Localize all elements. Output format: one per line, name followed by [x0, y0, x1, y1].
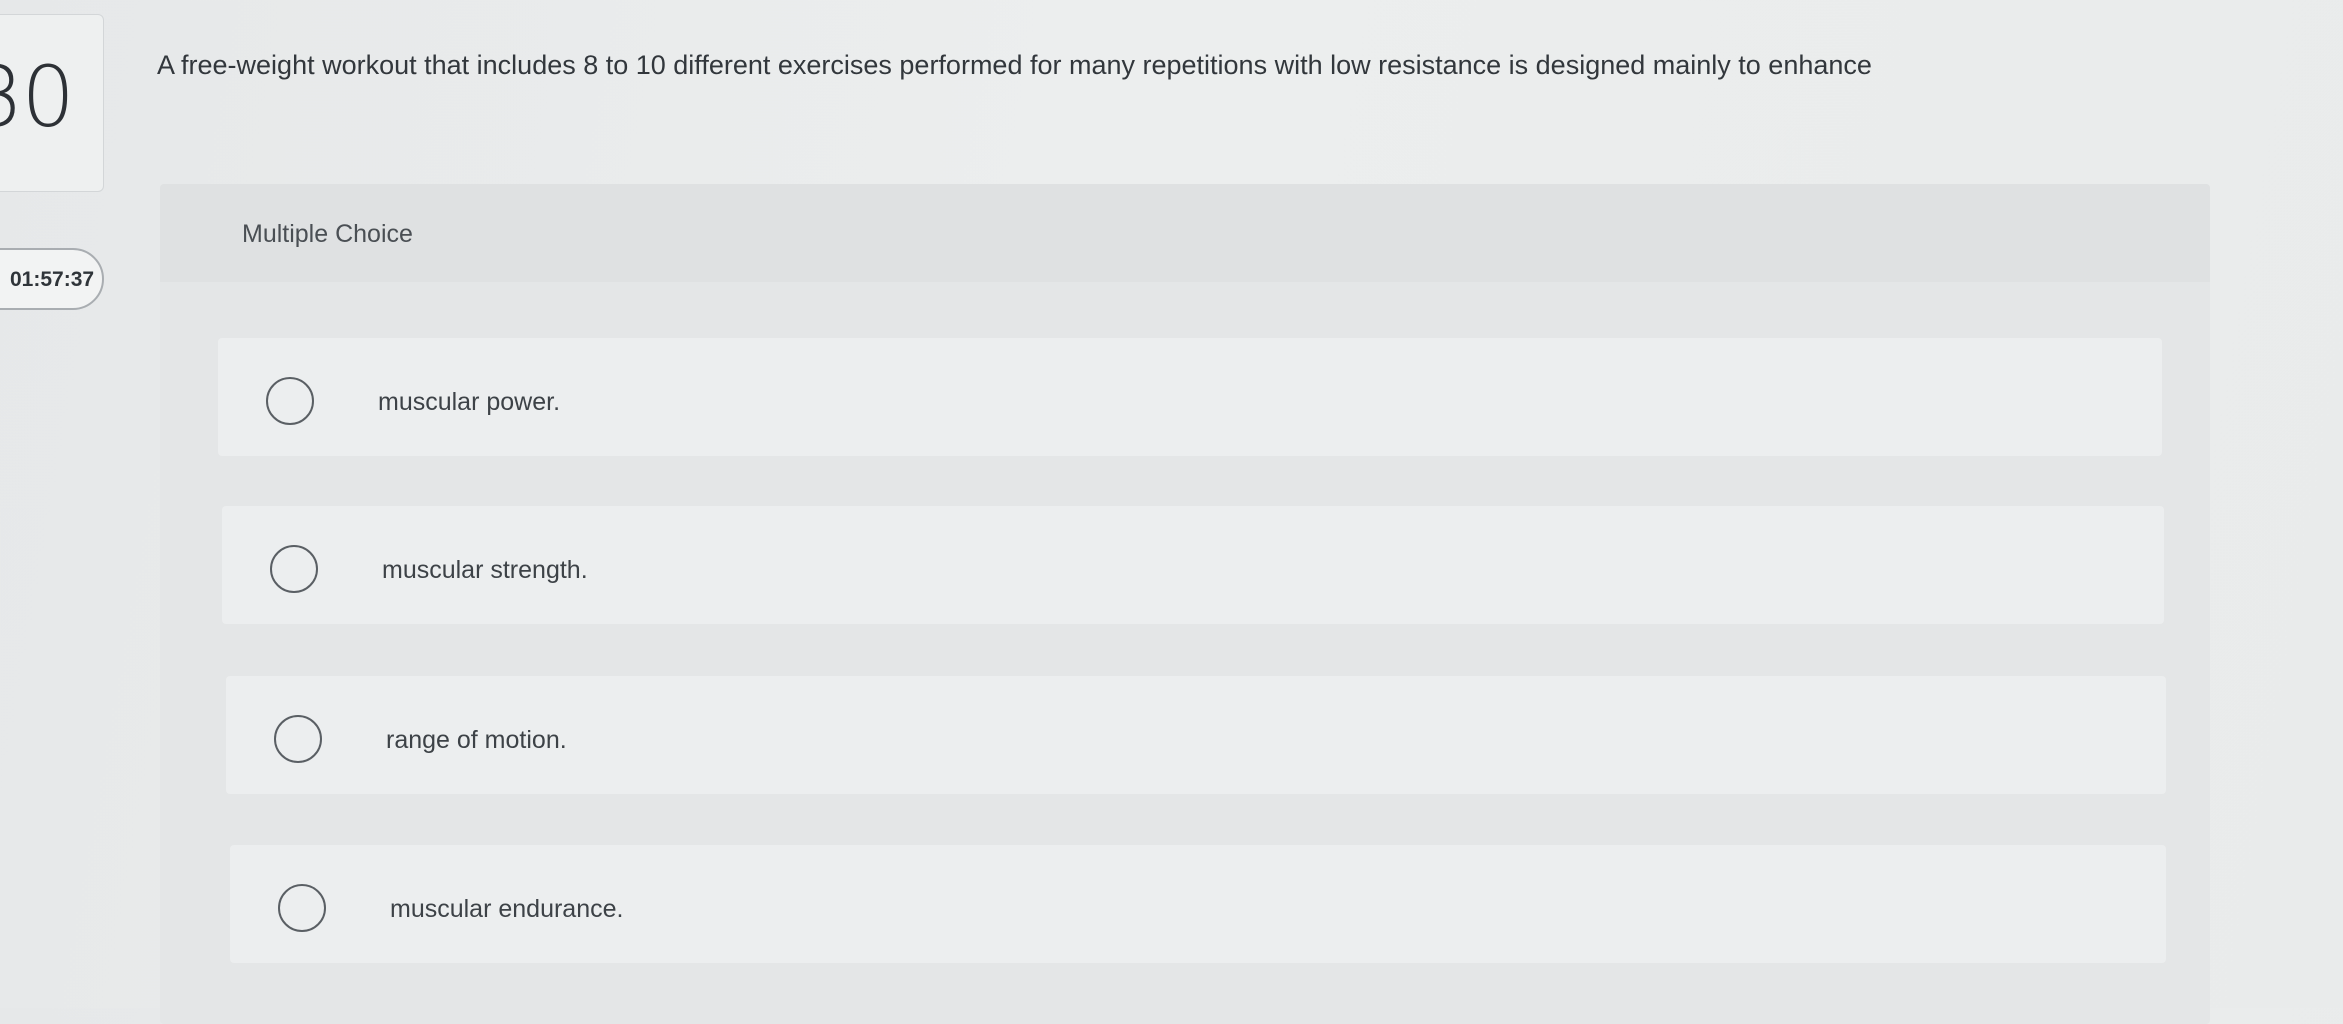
answer-panel-header: Multiple Choice	[160, 184, 2210, 282]
radio-button[interactable]	[278, 884, 326, 932]
answer-option-label: muscular strength.	[382, 556, 588, 584]
answer-option[interactable]: range of motion.	[226, 676, 2166, 794]
question-type-label: Multiple Choice	[242, 220, 413, 248]
radio-button[interactable]	[270, 545, 318, 593]
answer-option-label: muscular endurance.	[390, 895, 624, 923]
answer-option-label: range of motion.	[386, 726, 567, 754]
timer-badge: 01:57:37	[0, 248, 104, 310]
question-number-box: 30	[0, 14, 104, 192]
question-prompt: A free-weight workout that includes 8 to…	[157, 50, 1872, 80]
radio-button[interactable]	[274, 715, 322, 763]
timer-text: 01:57:37	[10, 268, 95, 291]
answer-option-label: muscular power.	[378, 388, 561, 416]
answer-option[interactable]: muscular endurance.	[230, 845, 2166, 963]
answer-option[interactable]: muscular strength.	[222, 506, 2164, 624]
radio-button[interactable]	[266, 377, 314, 425]
question-number: 30	[0, 48, 75, 146]
answer-option[interactable]: muscular power.	[218, 338, 2162, 456]
